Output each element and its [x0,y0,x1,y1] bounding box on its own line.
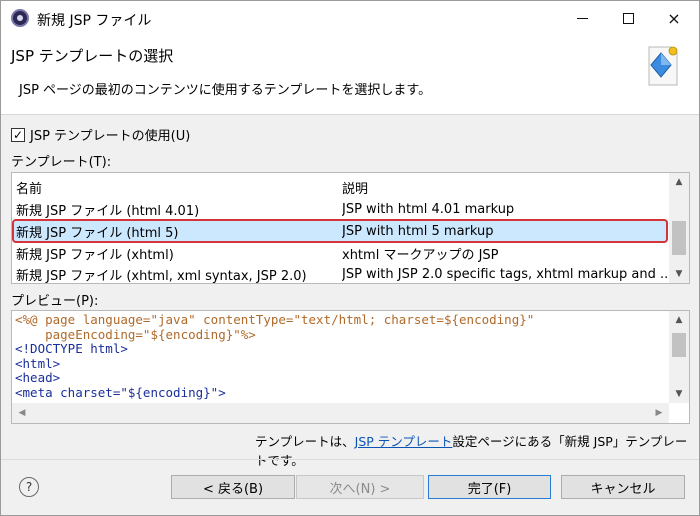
row-name: 新規 JSP ファイル (html 4.01) [16,203,200,219]
selection-highlight [12,219,668,243]
page-title: JSP テンプレートの選択 [11,47,174,65]
code-line: <!DOCTYPE html> [15,341,128,357]
new-jsp-file-dialog: 新規 JSP ファイル × JSP テンプレートの選択 JSP ページの最初のコ… [0,0,700,516]
preview-horizontal-scrollbar[interactable]: ◀ ▶ [12,403,669,423]
row-description: xhtml マークアップの JSP [342,247,499,263]
row-name: 新規 JSP ファイル (xhtml) [16,247,174,263]
code-line: pageEncoding="${encoding}"%> [15,326,256,342]
scroll-thumb[interactable] [672,221,686,255]
use-template-checkbox[interactable]: ✓ JSP テンプレートの使用(U) [11,125,190,144]
preview-pane: <%@ page language="java" contentType="te… [11,310,690,424]
scroll-up-icon[interactable]: ▲ [669,173,689,191]
code-line: <%@ page language="java" contentType="te… [15,312,535,327]
cancel-button[interactable]: キャンセル [561,475,685,499]
row-description: JSP with JSP 2.0 specific tags, xhtml ma… [342,266,667,282]
page-description: JSP ページの最初のコンテンツに使用するテンプレートを選択します。 [19,83,432,98]
table-scrollbar[interactable]: ▲ ▼ [669,173,689,283]
finish-button[interactable]: 完了(F) [428,475,551,499]
scroll-up-icon[interactable]: ▲ [669,311,689,329]
row-name: 新規 JSP ファイル (xhtml, xml syntax, JSP 2.0) [16,268,307,284]
minimize-icon [576,17,588,19]
template-table: 名前 説明 新規 JSP ファイル (html 4.01) JSP with h… [11,172,690,284]
back-button[interactable]: < 戻る(B) [171,475,295,499]
minimize-button[interactable] [559,1,605,35]
header-banner: JSP テンプレートの選択 JSP ページの最初のコンテンツに使用するテンプレー… [1,35,699,115]
preview-vertical-scrollbar[interactable]: ▲ ▼ [669,311,689,403]
next-button[interactable]: 次へ(N) > [296,475,424,499]
code-line: <html> [15,355,61,371]
window-title: 新規 JSP ファイル [37,13,152,29]
scroll-down-icon[interactable]: ▼ [669,265,689,283]
use-template-label: JSP テンプレートの使用(U) [30,129,191,144]
scroll-left-icon[interactable]: ◀ [12,403,32,423]
maximize-button[interactable] [605,1,651,35]
preview-label: プレビュー(P): [11,294,99,309]
help-icon[interactable]: ? [19,477,39,497]
close-icon: × [667,8,681,28]
jsp-template-link[interactable]: JSP テンプレート [355,434,453,449]
scroll-down-icon[interactable]: ▼ [669,385,689,403]
scroll-right-icon[interactable]: ▶ [649,403,669,423]
preview-code: <%@ page language="java" contentType="te… [15,312,535,401]
table-row[interactable]: 新規 JSP ファイル (xhtml, xml syntax, JSP 2.0)… [12,264,668,284]
check-mark-icon: ✓ [12,127,24,142]
maximize-icon [622,12,634,24]
row-description: JSP with html 4.01 markup [342,201,515,217]
footer-note-prefix: テンプレートは、 [255,434,355,449]
column-header-name[interactable]: 名前 [16,178,42,197]
code-line: <head> [15,370,61,386]
button-bar-divider [1,459,699,460]
wizard-diamond-icon [648,46,678,86]
table-row[interactable]: 新規 JSP ファイル (xhtml) xhtml マークアップの JSP [12,243,668,263]
scroll-thumb[interactable] [672,333,686,357]
checkbox-box[interactable]: ✓ [11,127,25,142]
eclipse-icon [11,9,29,27]
table-row[interactable]: 新規 JSP ファイル (html 4.01) JSP with html 4.… [12,199,668,219]
template-footer-note: テンプレートは、JSP テンプレート設定ページにある「新規 JSP」テンプレート… [255,431,699,469]
code-line: <meta charset="${encoding}"> [15,384,226,400]
templates-label: テンプレート(T): [11,155,112,170]
table-header: 名前 説明 [12,177,668,197]
close-button[interactable]: × [651,1,697,35]
title-bar: 新規 JSP ファイル × [1,1,699,35]
column-header-description[interactable]: 説明 [342,178,667,197]
